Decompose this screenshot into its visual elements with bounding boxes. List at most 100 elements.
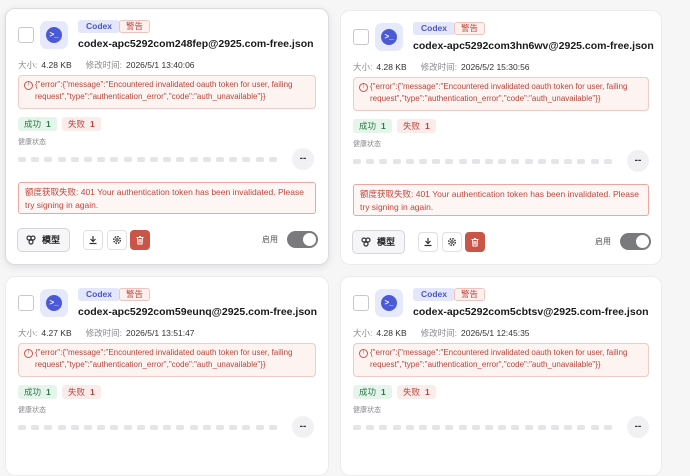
health-segment — [110, 157, 119, 162]
warning-badge: 警告 — [119, 20, 151, 33]
card-header: >_ Codex 警告 codex-apc5292com248fep@2925.… — [18, 19, 318, 55]
model-button-label: 模型 — [377, 237, 396, 247]
health-segment — [577, 159, 586, 164]
codex-logo-icon: >_ — [40, 21, 68, 49]
delete-button[interactable] — [465, 232, 485, 252]
modified-time: 2026/5/1 13:40:06 — [126, 60, 195, 70]
error-text: {"error":{"message":"Encountered invalid… — [35, 348, 293, 369]
health-segment — [229, 157, 238, 162]
card-header: >_ Codex 警告 codex-apc5292com5cbtsv@2925.… — [353, 287, 651, 323]
warning-icon: ! — [24, 81, 33, 90]
health-segment — [136, 425, 145, 430]
credential-card: >_ Codex 警告 codex-apc5292com3hn6wv@2925.… — [340, 10, 662, 265]
fail-value: 1 — [425, 121, 430, 131]
health-segment — [136, 157, 145, 162]
fail-label: 失败 — [403, 121, 421, 131]
file-name: codex-apc5292com248fep@2925.com-free.jso… — [78, 38, 314, 50]
health-segment — [498, 159, 507, 164]
model-icon — [26, 235, 36, 245]
enable-toggle[interactable] — [287, 231, 318, 248]
model-button[interactable]: 模型 — [17, 228, 70, 252]
credential-card: >_ Codex 警告 codex-apc5292com248fep@2925.… — [5, 8, 329, 265]
health-segment — [471, 425, 480, 430]
health-segment — [564, 159, 573, 164]
enable-label: 启用 — [262, 235, 278, 244]
model-button[interactable]: 模型 — [352, 230, 405, 254]
fail-count: 失败 1 — [62, 385, 101, 399]
warning-icon: ! — [24, 349, 33, 358]
health-value: -- — [292, 416, 314, 438]
gear-icon — [448, 238, 456, 246]
settings-button[interactable] — [442, 232, 462, 252]
health-segment — [216, 425, 224, 430]
health-segment — [603, 425, 612, 430]
enable-toggle[interactable] — [620, 233, 651, 250]
health-segment — [379, 159, 388, 164]
success-label: 成功 — [24, 119, 42, 129]
health-segment — [97, 425, 106, 430]
codex-logo-icon: >_ — [375, 289, 403, 317]
health-segment — [242, 425, 251, 430]
health-segment — [70, 157, 79, 162]
warning-badge: 警告 — [119, 288, 151, 301]
error-message: ! {"error":{"message":"Encountered inval… — [353, 343, 649, 377]
health-segment — [268, 425, 277, 430]
health-segment — [485, 425, 493, 430]
health-label: 健康状态 — [18, 139, 46, 146]
size-label: 大小: — [353, 328, 373, 338]
model-button-label: 模型 — [42, 235, 61, 245]
select-checkbox[interactable] — [18, 295, 34, 311]
health-segment — [511, 425, 520, 430]
select-checkbox[interactable] — [18, 27, 34, 43]
select-checkbox[interactable] — [353, 29, 369, 45]
file-meta: 大小: 4.28 KB 修改时间: 2026/5/1 13:40:06 — [18, 59, 195, 71]
select-checkbox[interactable] — [353, 295, 369, 311]
health-value: -- — [627, 150, 649, 172]
health-segment — [471, 159, 480, 164]
codex-logo-icon: >_ — [40, 289, 68, 317]
health-segment — [242, 157, 251, 162]
health-bars — [18, 157, 280, 162]
fail-count: 失败 1 — [62, 117, 101, 131]
fail-value: 1 — [90, 387, 95, 397]
settings-button[interactable] — [107, 230, 127, 250]
health-segment — [268, 157, 277, 162]
file-meta: 大小: 4.28 KB 修改时间: 2026/5/2 15:30:56 — [353, 61, 530, 73]
warning-badge: 警告 — [454, 288, 486, 301]
health-segment — [44, 425, 53, 430]
health-segment — [458, 159, 467, 164]
provider-badge: Codex — [78, 288, 120, 301]
health-segment — [590, 425, 599, 430]
codex-logo-icon: >_ — [375, 23, 403, 51]
size-label: 大小: — [18, 60, 38, 70]
fail-label: 失败 — [68, 387, 86, 397]
success-label: 成功 — [359, 121, 377, 131]
success-count: 成功 1 — [353, 385, 392, 399]
card-actions: 模型 启用 — [17, 228, 318, 252]
provider-badge: Codex — [413, 288, 455, 301]
delete-button[interactable] — [130, 230, 150, 250]
health-segment — [229, 425, 238, 430]
health-segment — [485, 159, 493, 164]
health-label: 健康状态 — [18, 407, 46, 414]
health-segment — [353, 425, 361, 430]
health-segment — [511, 159, 520, 164]
download-button[interactable] — [418, 232, 438, 252]
health-segment — [498, 425, 507, 430]
success-label: 成功 — [24, 387, 42, 397]
health-segment — [97, 157, 106, 162]
health-segment — [366, 425, 375, 430]
health-segment — [590, 159, 599, 164]
fail-value: 1 — [90, 119, 95, 129]
modified-time: 2026/5/1 13:51:47 — [126, 328, 195, 338]
file-size: 4.28 KB — [376, 62, 407, 72]
health-segment — [70, 425, 79, 430]
health-segment — [163, 425, 172, 430]
health-segment — [216, 157, 224, 162]
file-size: 4.28 KB — [41, 60, 72, 70]
card-actions: 模型 启用 — [352, 230, 651, 254]
download-button[interactable] — [83, 230, 103, 250]
credential-card: >_ Codex 警告 codex-apc5292com5cbtsv@2925.… — [340, 276, 662, 476]
card-header: >_ Codex 警告 codex-apc5292com59eunq@2925.… — [18, 287, 318, 323]
health-segment — [31, 425, 40, 430]
